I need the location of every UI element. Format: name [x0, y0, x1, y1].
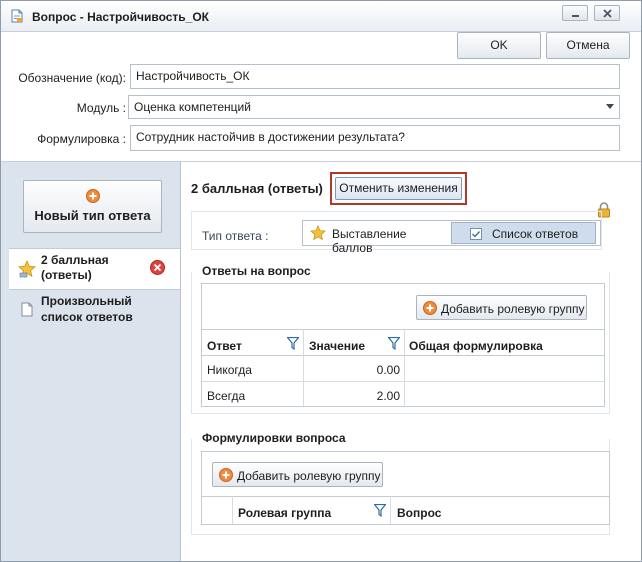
- new-answer-type-button[interactable]: Новый тип ответа: [23, 180, 162, 233]
- module-select[interactable]: Оценка компетенций: [128, 95, 620, 119]
- answer-type-editor: 2 балльная (ответы) Отменить изменения Т…: [181, 162, 641, 561]
- filter-icon[interactable]: [388, 337, 400, 350]
- answers-grid: Добавить ролевую группу Ответ Значение О…: [201, 283, 605, 407]
- cell-value: 0.00: [376, 363, 400, 377]
- column-header-value[interactable]: Значение: [309, 339, 365, 353]
- close-icon: [603, 9, 612, 18]
- table-row[interactable]: Всегда 2.00: [202, 382, 604, 406]
- column-header-wording[interactable]: Общая формулировка: [409, 339, 543, 353]
- column-header-question[interactable]: Вопрос: [397, 506, 441, 520]
- document-icon: [11, 9, 23, 23]
- delete-icon[interactable]: [150, 260, 165, 275]
- minimize-icon: [572, 15, 579, 17]
- question-dialog: Вопрос - Настройчивость_ОК OK Отмена Обо…: [0, 0, 642, 562]
- add-role-group-button[interactable]: Добавить ролевую группу: [212, 462, 383, 487]
- answer-type-label: Тип ответа :: [202, 229, 269, 243]
- star-icon: [18, 260, 36, 278]
- cell-answer: Никогда: [207, 363, 252, 377]
- sidebar-item-label: список ответов: [41, 310, 133, 324]
- answer-types-sidebar: Новый тип ответа 2 балльная (ответы) Про…: [1, 162, 181, 561]
- grid-header-top: [202, 329, 604, 330]
- code-label: Обозначение (код):: [18, 71, 126, 85]
- document-icon: [21, 302, 33, 317]
- cancel-changes-button[interactable]: Отменить изменения: [335, 177, 462, 200]
- sidebar-item-label: 2 балльная: [41, 253, 109, 267]
- star-icon: [310, 225, 326, 241]
- module-select-value: Оценка компетенций: [134, 100, 251, 114]
- chevron-down-icon[interactable]: [606, 104, 614, 110]
- ok-button[interactable]: OK: [457, 32, 541, 59]
- sidebar-item-2-point[interactable]: 2 балльная (ответы): [9, 248, 180, 290]
- column-header-role-group[interactable]: Ролевая группа: [238, 506, 331, 520]
- cancel-button[interactable]: Отмена: [546, 32, 630, 59]
- grid-col-divider: [232, 496, 233, 524]
- wording-label: Формулировка :: [37, 132, 126, 146]
- answer-type-option-label: Выставление баллов: [332, 227, 407, 255]
- add-icon: [423, 301, 437, 315]
- answer-type-segmented: Выставление баллов Список ответов: [302, 220, 601, 255]
- answer-type-option-label: Список ответов: [492, 227, 579, 241]
- add-role-group-button[interactable]: Добавить ролевую группу: [416, 295, 587, 320]
- column-header-answer[interactable]: Ответ: [207, 339, 242, 353]
- answer-type-heading: 2 балльная (ответы): [191, 181, 323, 196]
- add-role-group-label: Добавить ролевую группу: [237, 469, 381, 483]
- filter-icon[interactable]: [287, 337, 299, 350]
- window-title: Вопрос - Настройчивость_ОК: [32, 10, 210, 24]
- wording-field[interactable]: Сотрудник настойчив в достижении результ…: [130, 125, 620, 151]
- cell-value: 2.00: [376, 389, 400, 403]
- grid-col-divider: [390, 496, 391, 524]
- minimize-button[interactable]: [562, 5, 588, 21]
- add-icon: [86, 189, 100, 203]
- grid-header-top: [202, 496, 609, 497]
- add-role-group-label: Добавить ролевую группу: [441, 302, 585, 316]
- checkbox-list-icon: [470, 228, 482, 240]
- sidebar-item-label: Произвольный: [41, 294, 132, 308]
- close-button[interactable]: [594, 5, 620, 21]
- title-bar: Вопрос - Настройчивость_ОК: [1, 1, 641, 32]
- cell-answer: Всегда: [207, 389, 246, 403]
- add-icon: [219, 468, 233, 482]
- new-answer-type-label: Новый тип ответа: [34, 208, 151, 223]
- table-row[interactable]: Никогда 0.00: [202, 356, 604, 381]
- wordings-grid: Добавить ролевую группу Ролевая группа В…: [201, 451, 610, 525]
- answer-type-option-list[interactable]: Список ответов: [451, 222, 596, 244]
- answer-type-option-scores[interactable]: Выставление баллов: [303, 221, 450, 255]
- filter-icon[interactable]: [374, 504, 386, 517]
- sidebar-item-label: (ответы): [41, 268, 92, 282]
- code-field[interactable]: Настройчивость_ОК: [130, 64, 620, 89]
- sidebar-item-custom-list[interactable]: Произвольный список ответов: [9, 292, 180, 332]
- module-label: Модуль :: [76, 101, 126, 115]
